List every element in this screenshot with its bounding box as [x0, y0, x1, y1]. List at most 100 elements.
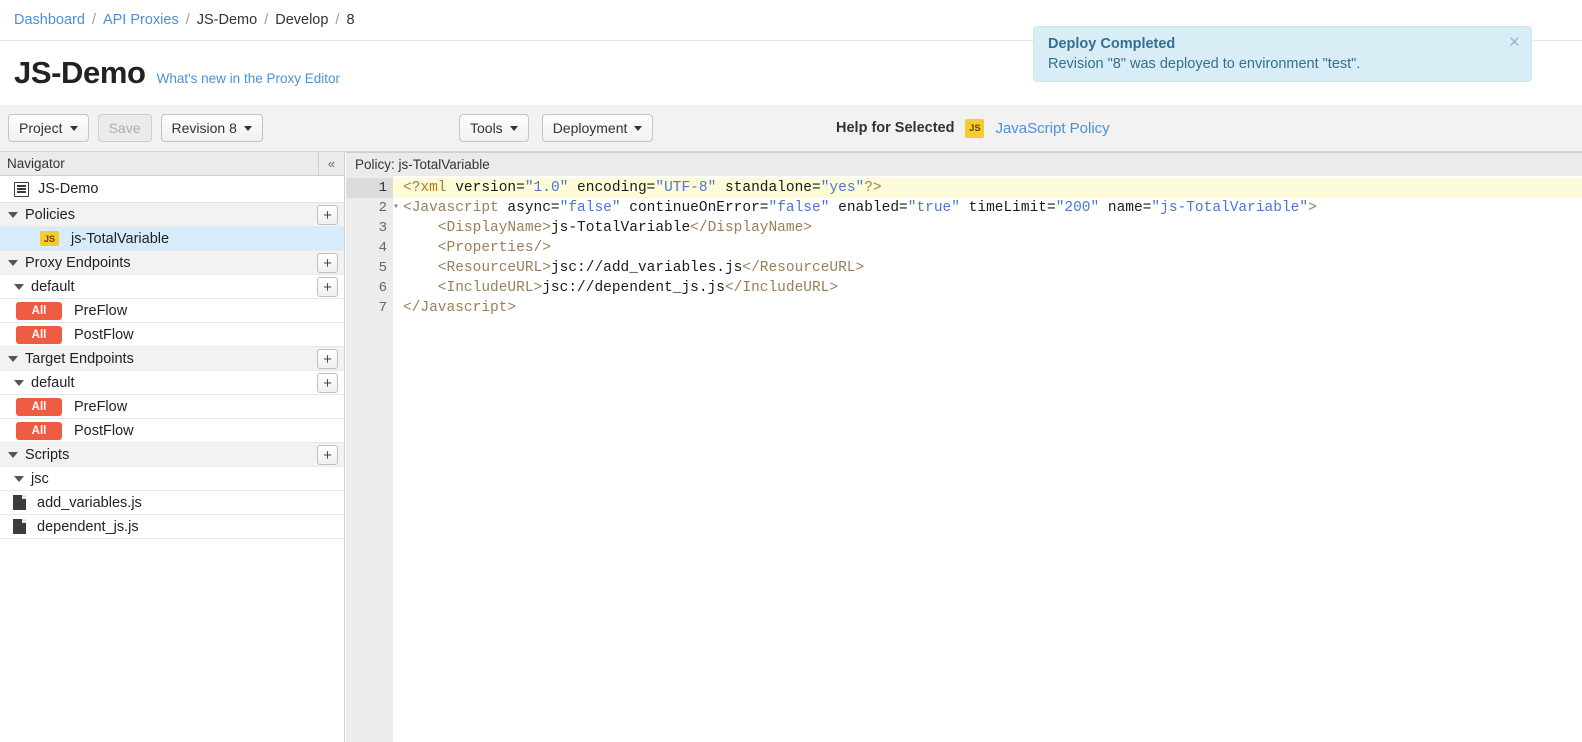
breadcrumb-separator: /: [186, 12, 190, 28]
policy-panel-title: Policy: js-TotalVariable: [355, 157, 490, 172]
tree-group-policies[interactable]: Policies +: [0, 203, 344, 227]
revision-menu-button[interactable]: Revision 8: [161, 114, 263, 142]
gutter-line-number: 3: [346, 218, 393, 238]
gutter-line-number: 1: [346, 178, 393, 198]
tree-group-label: Target Endpoints: [25, 351, 134, 367]
triangle-down-icon[interactable]: [8, 260, 18, 266]
code-line[interactable]: <DisplayName>js-TotalVariable</DisplayNa…: [403, 218, 1582, 238]
project-menu-label: Project: [19, 120, 63, 136]
breadcrumb-item-revision: 8: [346, 12, 354, 28]
help-for-selected: Help for Selected JS JavaScript Policy: [836, 119, 1110, 138]
proxy-editor-page: Dashboard / API Proxies / JS-Demo / Deve…: [0, 0, 1582, 742]
policy-panel-header: Policy: js-TotalVariable: [346, 152, 1582, 177]
code-token: "true": [908, 200, 960, 216]
breadcrumb-item-api-proxies[interactable]: API Proxies: [103, 12, 179, 28]
flow-all-badge: All: [16, 422, 62, 440]
code-token: "yes": [821, 180, 865, 196]
tools-menu-button[interactable]: Tools: [459, 114, 529, 142]
javascript-policy-icon: JS: [965, 119, 984, 138]
code-line[interactable]: <?xml version="1.0" encoding="UTF-8" sta…: [393, 178, 1582, 198]
code-line[interactable]: <IncludeURL>jsc://dependent_js.js</Inclu…: [403, 278, 1582, 298]
flow-all-badge: All: [16, 326, 62, 344]
tree-item-dependent-js-js[interactable]: dependent_js.js: [0, 515, 344, 539]
navigator-title: Navigator: [7, 156, 65, 171]
collapse-panel-icon[interactable]: «: [318, 152, 344, 175]
tree-item-proxy-postflow[interactable]: All PostFlow: [0, 323, 344, 347]
add-target-flow-button[interactable]: +: [317, 373, 338, 393]
add-policy-button[interactable]: +: [317, 205, 338, 225]
code-token: "false": [769, 200, 830, 216]
breadcrumb-item-dashboard[interactable]: Dashboard: [14, 12, 85, 28]
deployment-menu-button[interactable]: Deployment: [542, 114, 654, 142]
proxy-bundle-icon: [14, 182, 29, 197]
code-line[interactable]: <ResourceURL>jsc://add_variables.js</Res…: [403, 258, 1582, 278]
code-token: ?>: [864, 180, 881, 196]
close-icon[interactable]: ×: [1509, 33, 1520, 52]
tree-item-jsc[interactable]: jsc: [0, 467, 344, 491]
main-content: Policy: js-TotalVariable Type JS Javascr…: [346, 152, 1582, 742]
tree-item-label: PostFlow: [74, 327, 134, 343]
save-button[interactable]: Save: [98, 114, 152, 142]
whats-new-link[interactable]: What's new in the Proxy Editor: [157, 71, 340, 86]
code-line[interactable]: </Javascript>: [403, 298, 1582, 318]
code-token: js-TotalVariable: [551, 220, 690, 236]
gutter-line-number: 6: [346, 278, 393, 298]
file-icon: [13, 519, 26, 534]
tree-item-target-preflow[interactable]: All PreFlow: [0, 395, 344, 419]
code-editor[interactable]: 12▾34567 <?xml version="1.0" encoding="U…: [346, 176, 1582, 742]
tree-item-label: default: [31, 375, 75, 391]
breadcrumb-separator: /: [264, 12, 268, 28]
code-token: </IncludeURL>: [725, 280, 838, 296]
tree-item-label: js-TotalVariable: [71, 231, 169, 247]
code-token: enabled=: [829, 200, 907, 216]
code-line[interactable]: <Javascript async="false" continueOnErro…: [403, 198, 1582, 218]
project-menu-button[interactable]: Project: [8, 114, 89, 142]
code-line[interactable]: <Properties/>: [403, 238, 1582, 258]
tree-item-proxy-default[interactable]: default +: [0, 275, 344, 299]
triangle-down-icon[interactable]: [8, 356, 18, 362]
code-token: version=: [447, 180, 525, 196]
tree-item-label: PostFlow: [74, 423, 134, 439]
add-proxy-endpoint-button[interactable]: +: [317, 253, 338, 273]
chevron-down-icon: [244, 126, 252, 131]
tree-item-proxy-preflow[interactable]: All PreFlow: [0, 299, 344, 323]
code-gutter: 12▾34567: [346, 176, 393, 742]
tree-group-scripts[interactable]: Scripts +: [0, 443, 344, 467]
triangle-down-icon[interactable]: [14, 476, 24, 482]
revision-menu-label: Revision 8: [172, 120, 237, 136]
flow-all-badge: All: [16, 302, 62, 320]
triangle-down-icon[interactable]: [14, 380, 24, 386]
triangle-down-icon[interactable]: [14, 284, 24, 290]
gutter-line-number: 5: [346, 258, 393, 278]
javascript-policy-help-link[interactable]: JavaScript Policy: [995, 120, 1109, 137]
tree-group-target-endpoints[interactable]: Target Endpoints +: [0, 347, 344, 371]
tree-item-target-default[interactable]: default +: [0, 371, 344, 395]
sidebar-item-js-totalvariable[interactable]: JS js-TotalVariable: [0, 227, 344, 251]
code-token: jsc://dependent_js.js: [542, 280, 725, 296]
fold-toggle-icon[interactable]: ▾: [391, 198, 401, 218]
add-script-button[interactable]: +: [317, 445, 338, 465]
tree-item-add-variables-js[interactable]: add_variables.js: [0, 491, 344, 515]
tree-item-label: JS-Demo: [38, 181, 98, 197]
tools-menu-label: Tools: [470, 120, 503, 136]
navigator-header: Navigator «: [0, 152, 344, 176]
triangle-down-icon[interactable]: [8, 452, 18, 458]
chevron-down-icon: [634, 126, 642, 131]
code-token: <Properties/>: [403, 240, 551, 256]
code-token: </DisplayName>: [690, 220, 812, 236]
chevron-down-icon: [510, 126, 518, 131]
tree-item-js-demo[interactable]: JS-Demo: [0, 176, 344, 203]
add-proxy-flow-button[interactable]: +: [317, 277, 338, 297]
breadcrumb-separator: /: [92, 12, 96, 28]
code-token: continueOnError=: [621, 200, 769, 216]
tree-item-target-postflow[interactable]: All PostFlow: [0, 419, 344, 443]
tree-group-proxy-endpoints[interactable]: Proxy Endpoints +: [0, 251, 344, 275]
notification-title: Deploy Completed: [1048, 34, 1517, 54]
triangle-down-icon[interactable]: [8, 212, 18, 218]
code-token: <Javascript: [403, 200, 499, 216]
breadcrumb-item-develop: Develop: [275, 12, 328, 28]
add-target-endpoint-button[interactable]: +: [317, 349, 338, 369]
code-lines[interactable]: <?xml version="1.0" encoding="UTF-8" sta…: [393, 176, 1582, 742]
notification-message: Revision "8" was deployed to environment…: [1048, 54, 1517, 75]
tree-item-label: add_variables.js: [37, 495, 142, 511]
